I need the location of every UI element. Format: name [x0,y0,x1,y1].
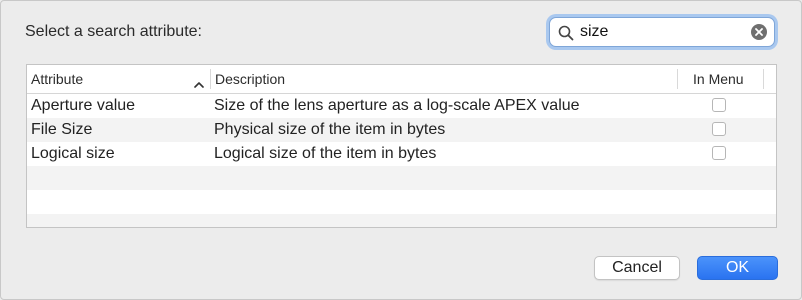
in-menu-checkbox[interactable] [712,98,726,112]
in-menu-checkbox[interactable] [712,122,726,136]
table-row[interactable]: Aperture value Size of the lens aperture… [27,94,776,118]
cell-description: Physical size of the item in bytes [214,121,446,138]
chevron-up-icon[interactable] [194,75,204,91]
search-field[interactable] [549,17,775,47]
search-attribute-dialog: Select a search attribute: Attribute [0,0,802,300]
attributes-table: Attribute Description In Menu Aperture v… [26,64,777,228]
cell-attribute: File Size [31,121,93,138]
table-row[interactable]: File Size Physical size of the item in b… [27,118,776,142]
column-header-attribute[interactable]: Attribute [31,71,83,87]
column-header-description[interactable]: Description [215,71,285,87]
empty-row [27,166,776,190]
clear-search-icon[interactable] [751,24,767,40]
column-divider[interactable] [210,69,211,89]
cancel-button[interactable]: Cancel [594,256,680,280]
column-divider[interactable] [677,69,678,89]
in-menu-checkbox[interactable] [712,146,726,160]
cell-attribute: Aperture value [31,97,136,114]
search-input[interactable] [580,22,740,42]
table-row[interactable]: Logical size Logical size of the item in… [27,142,776,166]
cell-description: Size of the lens aperture as a log-scale… [214,97,580,114]
dialog-prompt: Select a search attribute: [25,23,202,40]
cell-description: Logical size of the item in bytes [214,145,437,162]
ok-button[interactable]: OK [697,256,778,280]
cell-attribute: Logical size [31,145,115,162]
magnifying-glass-icon [558,25,574,46]
column-header-in-menu[interactable]: In Menu [693,71,744,87]
empty-row [27,214,776,227]
empty-row [27,190,776,214]
table-header: Attribute Description In Menu [27,65,776,94]
column-divider[interactable] [763,69,764,89]
